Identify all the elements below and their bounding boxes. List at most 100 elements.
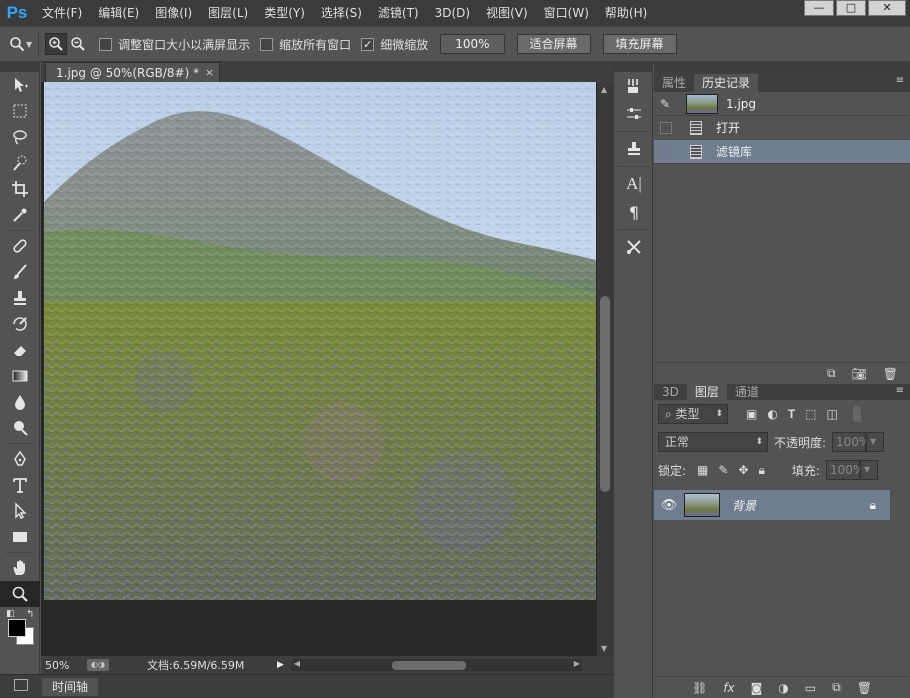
lasso-tool-icon[interactable] (0, 124, 40, 150)
clone-stamp-tool-icon[interactable] (0, 285, 40, 311)
gradient-tool-icon[interactable] (0, 363, 40, 389)
menu-item-7[interactable]: 3D(D) (427, 0, 478, 26)
history-item-open[interactable]: 打开 (654, 116, 910, 140)
zoom-in-icon[interactable] (45, 33, 68, 55)
horizontal-scroll-thumb[interactable] (391, 661, 466, 670)
document-tab[interactable]: 1.jpg @ 50%(RGB/8#) * × (45, 62, 221, 83)
filter-smart-object-icon[interactable]: ◫ (827, 407, 838, 421)
adjustment-layer-icon[interactable]: ◑ (778, 681, 788, 695)
scroll-right-icon[interactable]: ▶ (574, 659, 580, 668)
resize-windows-option[interactable]: 调整窗口大小以满屏显示 (99, 36, 250, 53)
timeline-tab[interactable]: 时间轴 (42, 677, 99, 696)
tool-preset-dropdown-icon[interactable]: ▼ (26, 40, 32, 49)
history-source-checkbox[interactable] (660, 145, 672, 158)
history-brush-source-icon[interactable]: ✎ (660, 97, 686, 111)
marquee-tool-icon[interactable] (0, 98, 40, 124)
eraser-tool-icon[interactable] (0, 337, 40, 363)
menu-item-6[interactable]: 滤镜(T) (370, 0, 427, 26)
menu-item-4[interactable]: 类型(Y) (256, 0, 313, 26)
tab-history[interactable]: 历史记录 (694, 74, 759, 92)
document-image[interactable] (44, 82, 596, 600)
new-document-from-state-icon[interactable]: ⧉ (827, 366, 836, 381)
opacity-dropdown-icon[interactable]: ▼ (866, 432, 885, 452)
scroll-left-icon[interactable]: ◀ (294, 659, 300, 668)
horizontal-scrollbar[interactable]: ◀ ▶ (291, 659, 582, 671)
brush-tool-icon[interactable] (0, 259, 40, 285)
lock-transparent-pixels-icon[interactable]: ▦ (697, 463, 708, 477)
scrubby-zoom-option[interactable]: ✓ 细微缩放 (361, 36, 428, 53)
delete-layer-trash-icon[interactable]: 🗑︎ (857, 681, 872, 695)
hand-tool-icon[interactable] (0, 555, 40, 581)
swap-colors-icon[interactable]: ↰ (26, 609, 34, 620)
filter-adjustment-icon[interactable]: ◐ (767, 407, 777, 421)
filter-type-icon[interactable]: T (788, 407, 795, 421)
lock-position-icon[interactable]: ✥ (738, 463, 748, 477)
blur-tool-icon[interactable] (0, 389, 40, 415)
blend-mode-select[interactable]: 正常 ⬍ (658, 432, 768, 452)
paragraph-panel-icon[interactable]: ¶ (614, 198, 654, 226)
menu-item-3[interactable]: 图层(L) (200, 0, 256, 26)
close-tab-icon[interactable]: × (205, 63, 214, 83)
zoom-tool-icon[interactable] (6, 33, 28, 55)
layer-filter-kind-select[interactable]: ⌕ 类型 ⬍ (658, 404, 728, 424)
tab-layers[interactable]: 图层 (686, 384, 727, 400)
zoom-level[interactable]: 50% (41, 659, 87, 672)
opacity-input[interactable]: 100% (832, 432, 870, 452)
new-snapshot-camera-icon[interactable]: 📷︎ (852, 367, 867, 381)
menu-item-9[interactable]: 窗口(W) (536, 0, 597, 26)
layer-name[interactable]: 背景 (732, 497, 756, 514)
menu-item-2[interactable]: 图像(I) (147, 0, 200, 26)
tab-channels[interactable]: 通道 (727, 384, 767, 400)
fill-screen-button[interactable]: 填充屏幕 (602, 34, 677, 54)
panel-menu-icon[interactable]: ≡ (896, 385, 904, 396)
resize-windows-checkbox[interactable] (99, 37, 113, 51)
history-snapshot[interactable]: ✎ 1.jpg (654, 92, 910, 116)
history-source-checkbox[interactable] (660, 121, 672, 134)
lock-image-pixels-icon[interactable]: ✎ (718, 463, 728, 477)
layer-style-fx-icon[interactable]: fx (723, 681, 734, 695)
eyedropper-tool-icon[interactable] (0, 202, 40, 228)
dodge-tool-icon[interactable] (0, 415, 40, 441)
menu-item-10[interactable]: 帮助(H) (597, 0, 655, 26)
timeline-collapse-icon[interactable] (14, 679, 28, 691)
zoom-all-checkbox[interactable] (260, 37, 274, 51)
vertical-scroll-thumb[interactable] (600, 296, 610, 492)
pen-tool-icon[interactable] (0, 446, 40, 472)
character-panel-icon[interactable]: A| (614, 170, 654, 198)
scroll-down-icon[interactable]: ▼ (601, 644, 607, 653)
crop-tool-icon[interactable] (0, 176, 40, 202)
lock-all-icon[interactable]: 🔒︎ (759, 463, 765, 478)
zoom-tool-button[interactable] (0, 581, 40, 607)
tab-3d[interactable]: 3D (654, 384, 687, 400)
path-selection-tool-icon[interactable] (0, 498, 40, 524)
menu-item-5[interactable]: 选择(S) (313, 0, 370, 26)
tab-properties[interactable]: 属性 (654, 74, 694, 92)
filter-toggle-switch[interactable] (852, 406, 861, 422)
brush-presets-icon[interactable] (614, 72, 654, 100)
move-tool-icon[interactable] (0, 72, 40, 98)
toolbar-grip[interactable] (0, 62, 39, 72)
menu-item-1[interactable]: 编辑(E) (90, 0, 147, 26)
clone-source-icon[interactable] (614, 135, 654, 163)
canvas-area[interactable] (41, 82, 597, 656)
scroll-up-icon[interactable]: ▲ (601, 85, 607, 94)
filter-pixel-icon[interactable]: ▣ (746, 407, 757, 421)
quick-selection-tool-icon[interactable] (0, 150, 40, 176)
history-brush-tool-icon[interactable] (0, 311, 40, 337)
status-menu-arrow-icon[interactable]: ▶ (277, 660, 284, 670)
layer-row-background[interactable]: 👁︎ 背景 🔒︎ (654, 490, 890, 520)
rectangle-tool-icon[interactable] (0, 524, 40, 550)
minimize-button[interactable]: — (804, 0, 834, 16)
add-mask-icon[interactable]: ◙ (751, 681, 763, 695)
new-layer-icon[interactable]: ⧉ (832, 680, 841, 695)
status-info-icon[interactable]: ◐◑ (87, 659, 109, 671)
link-layers-icon[interactable]: ⛓︎ (692, 681, 707, 695)
fill-input[interactable]: 100% (825, 460, 864, 480)
history-item-filter-gallery[interactable]: 滤镜库 (654, 140, 910, 164)
type-tool-icon[interactable] (0, 472, 40, 498)
healing-brush-tool-icon[interactable] (0, 233, 40, 259)
foreground-color-swatch[interactable] (8, 619, 26, 637)
fill-dropdown-icon[interactable]: ▼ (859, 460, 878, 480)
vertical-scrollbar[interactable]: ▲ ▼ (597, 82, 613, 656)
visibility-eye-icon[interactable]: 👁︎ (654, 498, 684, 513)
